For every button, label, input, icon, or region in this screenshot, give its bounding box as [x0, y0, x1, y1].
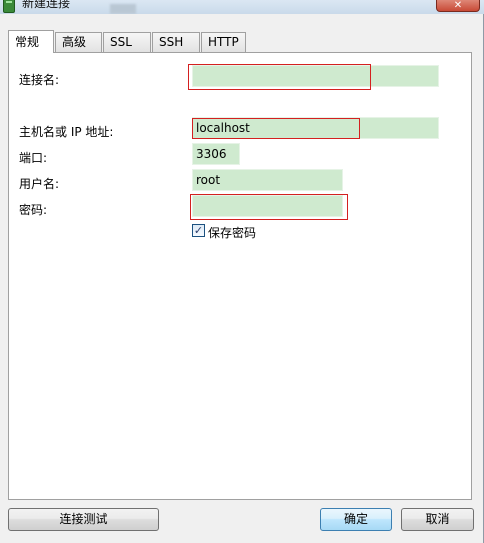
- ok-button[interactable]: 确定: [320, 508, 392, 531]
- title-bar: 新建连接 ✕: [0, 0, 484, 14]
- tab-advanced[interactable]: 高级: [55, 32, 102, 52]
- host-field[interactable]: localhost: [192, 117, 439, 139]
- password-label: 密码:: [19, 203, 48, 217]
- window-title: 新建连接: [22, 0, 71, 10]
- close-button[interactable]: ✕: [436, 0, 480, 12]
- general-tab-panel: 连接名: 主机名或 IP 地址: localhost 端口: 3306 用户名:…: [8, 52, 472, 500]
- save-password-checkbox[interactable]: ✓: [192, 224, 205, 237]
- password-field[interactable]: [192, 195, 343, 217]
- port-label: 端口:: [19, 151, 48, 165]
- tab-ssl[interactable]: SSL: [103, 32, 151, 52]
- app-icon: [3, 0, 15, 13]
- save-password-label[interactable]: 保存密码: [208, 224, 256, 241]
- cancel-button[interactable]: 取消: [401, 508, 474, 531]
- checkmark-icon: ✓: [193, 224, 204, 237]
- tab-ssl-label: SSL: [110, 35, 132, 49]
- tab-ssh-label: SSH: [159, 35, 184, 49]
- tab-http[interactable]: HTTP: [201, 32, 246, 52]
- close-icon[interactable]: ✕: [454, 0, 462, 11]
- test-connection-button[interactable]: 连接测试: [8, 508, 159, 531]
- tab-general[interactable]: 常规: [8, 30, 54, 53]
- new-connection-dialog: 新建连接 ✕ 常规 高级 SSL SSH HTTP 连接名: 主机名或 IP 地…: [0, 0, 484, 543]
- tab-http-label: HTTP: [208, 35, 239, 49]
- username-field[interactable]: root: [192, 169, 343, 191]
- tab-general-label: 常规: [15, 35, 40, 49]
- tab-ssh[interactable]: SSH: [152, 32, 200, 52]
- username-label: 用户名:: [19, 177, 60, 191]
- title-blur: [110, 4, 136, 14]
- connection-name-label: 连接名:: [19, 73, 60, 87]
- port-field[interactable]: 3306: [192, 143, 240, 165]
- connection-name-field[interactable]: [192, 65, 439, 87]
- host-label: 主机名或 IP 地址:: [19, 125, 114, 139]
- tab-advanced-label: 高级: [62, 35, 87, 49]
